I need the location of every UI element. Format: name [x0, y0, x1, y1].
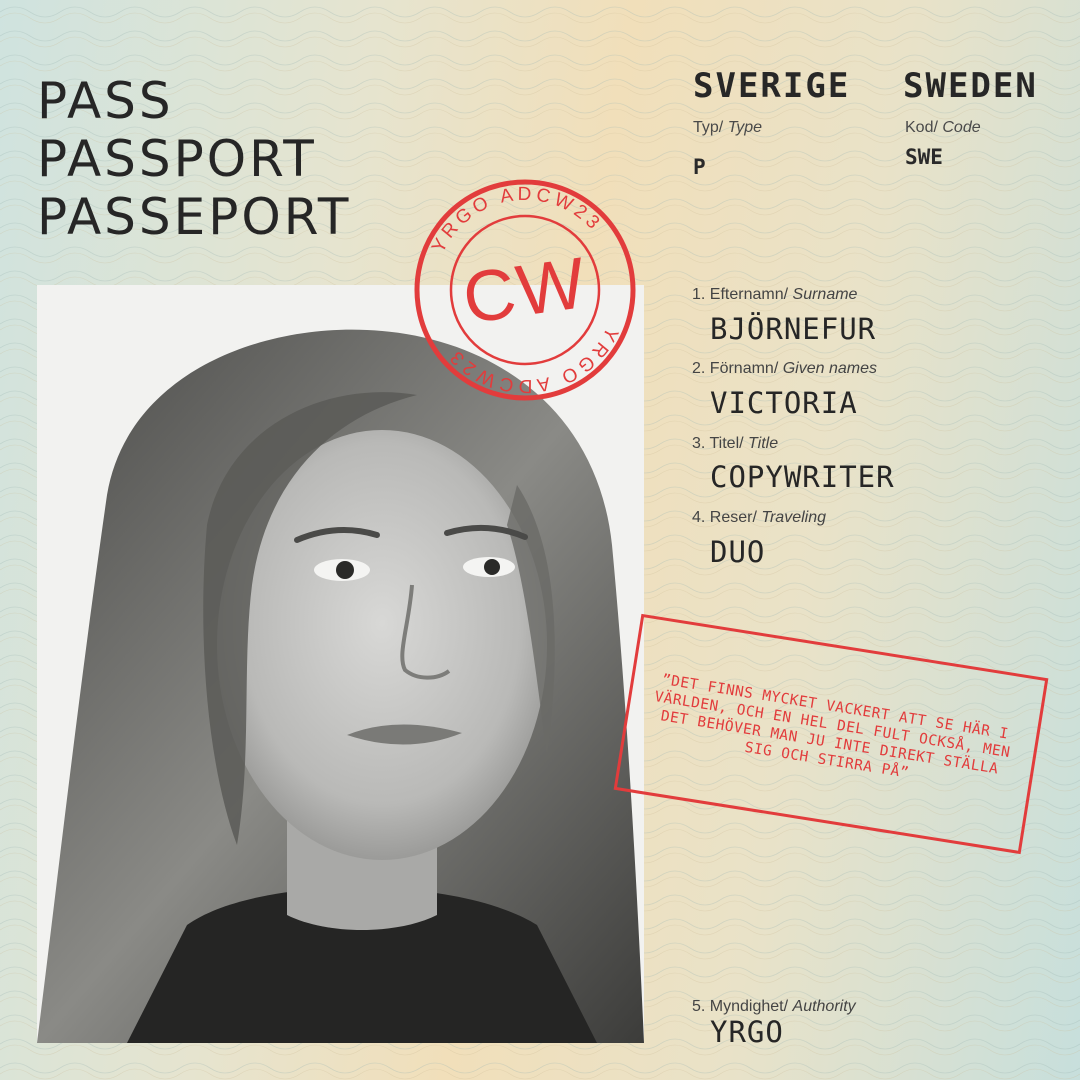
- authority-value: YRGO: [710, 1015, 784, 1049]
- title-line-passeport: PASSEPORT: [37, 188, 352, 246]
- field-num: 5.: [692, 998, 706, 1015]
- field-num: 2.: [692, 360, 706, 377]
- field-label-traveling: 4. Reser/ Traveling: [692, 509, 826, 527]
- code-value: SWE: [905, 145, 943, 169]
- field-num: 1.: [692, 286, 706, 303]
- field-label-sv: Myndighet/: [709, 998, 789, 1015]
- field-label-en: Title: [748, 435, 779, 452]
- given-names-value: VICTORIA: [710, 386, 858, 420]
- field-label-sv: Titel/: [709, 435, 744, 452]
- field-label-sv: Reser/: [709, 509, 757, 526]
- code-label-en: Code: [942, 119, 981, 136]
- yrgo-stamp: YRGO ADCW23 YRGO ADCW23 CW: [414, 172, 636, 408]
- field-label-title: 3. Titel/ Title: [692, 435, 778, 453]
- country-sv: SVERIGE: [693, 66, 851, 106]
- title-value: COPYWRITER: [710, 460, 895, 494]
- type-label-sv: Typ/: [693, 119, 724, 136]
- field-label-en: Given names: [782, 360, 877, 377]
- surname-value: BJÖRNEFUR: [710, 312, 877, 346]
- code-label: Kod/ Code: [905, 119, 981, 137]
- type-value: P: [693, 155, 706, 179]
- field-num: 3.: [692, 435, 706, 452]
- type-label-en: Type: [727, 119, 763, 136]
- type-label: Typ/ Type: [693, 119, 762, 137]
- field-label-given-names: 2. Förnamn/ Given names: [692, 360, 877, 378]
- field-label-surname: 1. Efternamn/ Surname: [692, 286, 857, 304]
- field-label-en: Traveling: [761, 509, 826, 526]
- stamp-center-text: CW: [458, 243, 592, 339]
- title-line-passport: PASSPORT: [37, 130, 317, 188]
- field-label-sv: Efternamn/: [709, 286, 789, 303]
- title-line-pass: PASS: [37, 72, 174, 130]
- quote-text: ”DET FINNS MYCKET VACKERT ATT SE HÄR I V…: [653, 671, 1012, 782]
- field-label-en: Surname: [792, 286, 858, 303]
- field-label-authority: 5. Myndighet/ Authority: [692, 998, 856, 1016]
- field-num: 4.: [692, 509, 706, 526]
- field-label-en: Authority: [792, 998, 856, 1015]
- traveling-value: DUO: [710, 535, 766, 569]
- document-title: PASS PASSPORT PASSEPORT: [37, 72, 351, 246]
- country-en: SWEDEN: [903, 66, 1038, 106]
- code-label-sv: Kod/: [905, 119, 938, 136]
- field-label-sv: Förnamn/: [709, 360, 779, 377]
